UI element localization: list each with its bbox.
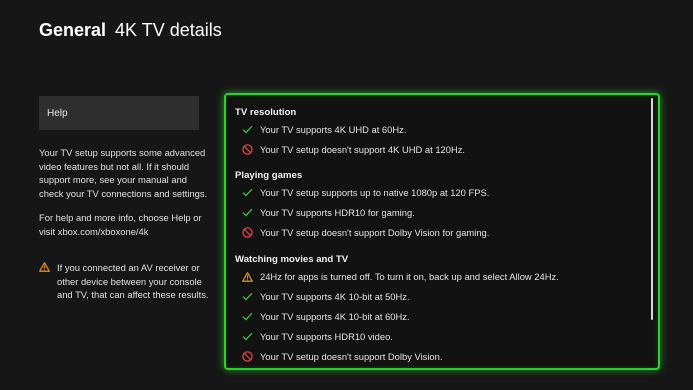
check-icon bbox=[242, 187, 260, 198]
list-item: 24Hz for apps is turned off. To turn it … bbox=[242, 271, 559, 282]
list-item: Your TV supports 4K 10-bit at 50Hz. bbox=[242, 291, 410, 302]
check-icon bbox=[242, 311, 260, 322]
page-title: 4K TV details bbox=[115, 20, 222, 40]
list-item-text: Your TV setup doesn't support 4K UHD at … bbox=[260, 144, 466, 155]
help-button[interactable]: Help bbox=[39, 96, 199, 130]
list-item: Your TV supports HDR10 for gaming. bbox=[242, 207, 415, 218]
help-info-text: For help and more info, choose Help or v… bbox=[39, 212, 202, 237]
setup-summary-text: Your TV setup supports some advanced vid… bbox=[39, 147, 208, 199]
list-item-text: 24Hz for apps is turned off. To turn it … bbox=[260, 271, 559, 282]
warning-icon bbox=[39, 261, 57, 302]
prohibited-icon bbox=[242, 227, 260, 238]
list-item-text: Your TV supports HDR10 video. bbox=[260, 331, 393, 342]
list-item: Your TV supports 4K 10-bit at 60Hz. bbox=[242, 311, 410, 322]
list-item-text: Your TV setup supports up to native 1080… bbox=[260, 187, 490, 198]
list-item: Your TV setup doesn't support Dolby Visi… bbox=[242, 227, 489, 238]
list-item-text: Your TV supports 4K 10-bit at 50Hz. bbox=[260, 291, 410, 302]
list-item-text: Your TV supports HDR10 for gaming. bbox=[260, 207, 415, 218]
playing-games-heading: Playing games bbox=[235, 170, 303, 181]
list-item: Your TV setup doesn't support Dolby Visi… bbox=[242, 351, 442, 362]
list-item: Your TV setup supports up to native 1080… bbox=[242, 187, 489, 198]
list-item-text: Your TV setup doesn't support Dolby Visi… bbox=[260, 351, 443, 362]
av-receiver-note: If you connected an AV receiver or other… bbox=[39, 261, 209, 302]
prohibited-icon bbox=[242, 144, 260, 155]
check-icon bbox=[242, 207, 260, 218]
list-item-text: Your TV supports 4K 10-bit at 60Hz. bbox=[260, 311, 410, 322]
tv-details-panel[interactable]: TV resolution Your TV supports 4K UHD at… bbox=[224, 93, 660, 370]
check-icon bbox=[242, 331, 260, 342]
page-header: General 4K TV details bbox=[39, 20, 222, 41]
scrollbar[interactable] bbox=[651, 98, 653, 320]
section-title: General bbox=[39, 20, 107, 40]
watching-heading: Watching movies and TV bbox=[235, 254, 349, 265]
list-item-text: Your TV setup doesn't support Dolby Visi… bbox=[260, 227, 490, 238]
sidebar-description: Your TV setup supports some advanced vid… bbox=[39, 146, 209, 249]
check-icon bbox=[242, 291, 260, 302]
list-item: Your TV supports 4K UHD at 60Hz. bbox=[242, 124, 406, 135]
prohibited-icon bbox=[242, 351, 260, 362]
list-item: Your TV supports HDR10 video. bbox=[242, 331, 393, 342]
list-item: Your TV setup doesn't support 4K UHD at … bbox=[242, 144, 465, 155]
list-item-text: Your TV supports 4K UHD at 60Hz. bbox=[260, 124, 407, 135]
check-icon bbox=[242, 124, 260, 135]
av-receiver-note-text: If you connected an AV receiver or other… bbox=[57, 262, 209, 300]
help-button-label: Help bbox=[47, 107, 68, 119]
tv-resolution-heading: TV resolution bbox=[235, 107, 297, 118]
warning-icon bbox=[242, 271, 260, 282]
